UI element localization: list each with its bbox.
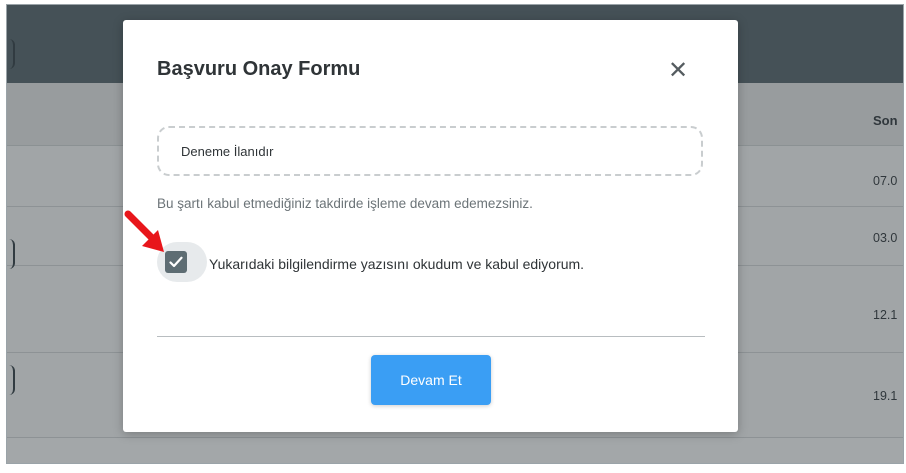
modal-footer-divider <box>157 336 705 337</box>
red-arrow-icon <box>124 210 164 252</box>
listing-name-box: Deneme İlanıdır <box>157 126 703 176</box>
continue-button[interactable]: Devam Et <box>371 355 491 405</box>
modal-title: Başvuru Onay Formu <box>157 58 361 80</box>
listing-name: Deneme İlanıdır <box>181 143 274 159</box>
terms-warning-text: Bu şartı kabul etmediğiniz takdirde işle… <box>157 196 533 211</box>
application-confirmation-modal: Başvuru Onay Formu ✕ Deneme İlanıdır Bu … <box>123 20 738 432</box>
accept-terms-label[interactable]: Yukarıdaki bilgilendirme yazısını okudum… <box>209 256 584 272</box>
close-icon: ✕ <box>667 56 689 84</box>
close-button[interactable]: ✕ <box>666 58 690 82</box>
